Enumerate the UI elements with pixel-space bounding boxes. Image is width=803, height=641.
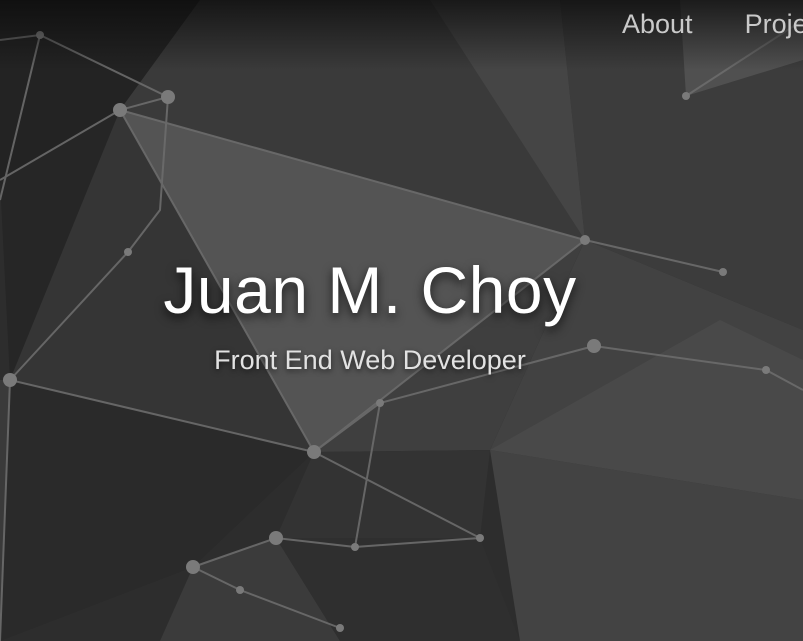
nav-link-projects[interactable]: Projects bbox=[745, 6, 803, 42]
hero-name: Juan M. Choy bbox=[163, 253, 577, 327]
top-navigation: About Projects bbox=[622, 6, 803, 42]
hero-tagline: Front End Web Developer bbox=[214, 345, 526, 375]
nav-link-about[interactable]: About bbox=[622, 6, 693, 42]
hero-section: About Projects Juan M. Choy Front End Web… bbox=[0, 0, 803, 641]
